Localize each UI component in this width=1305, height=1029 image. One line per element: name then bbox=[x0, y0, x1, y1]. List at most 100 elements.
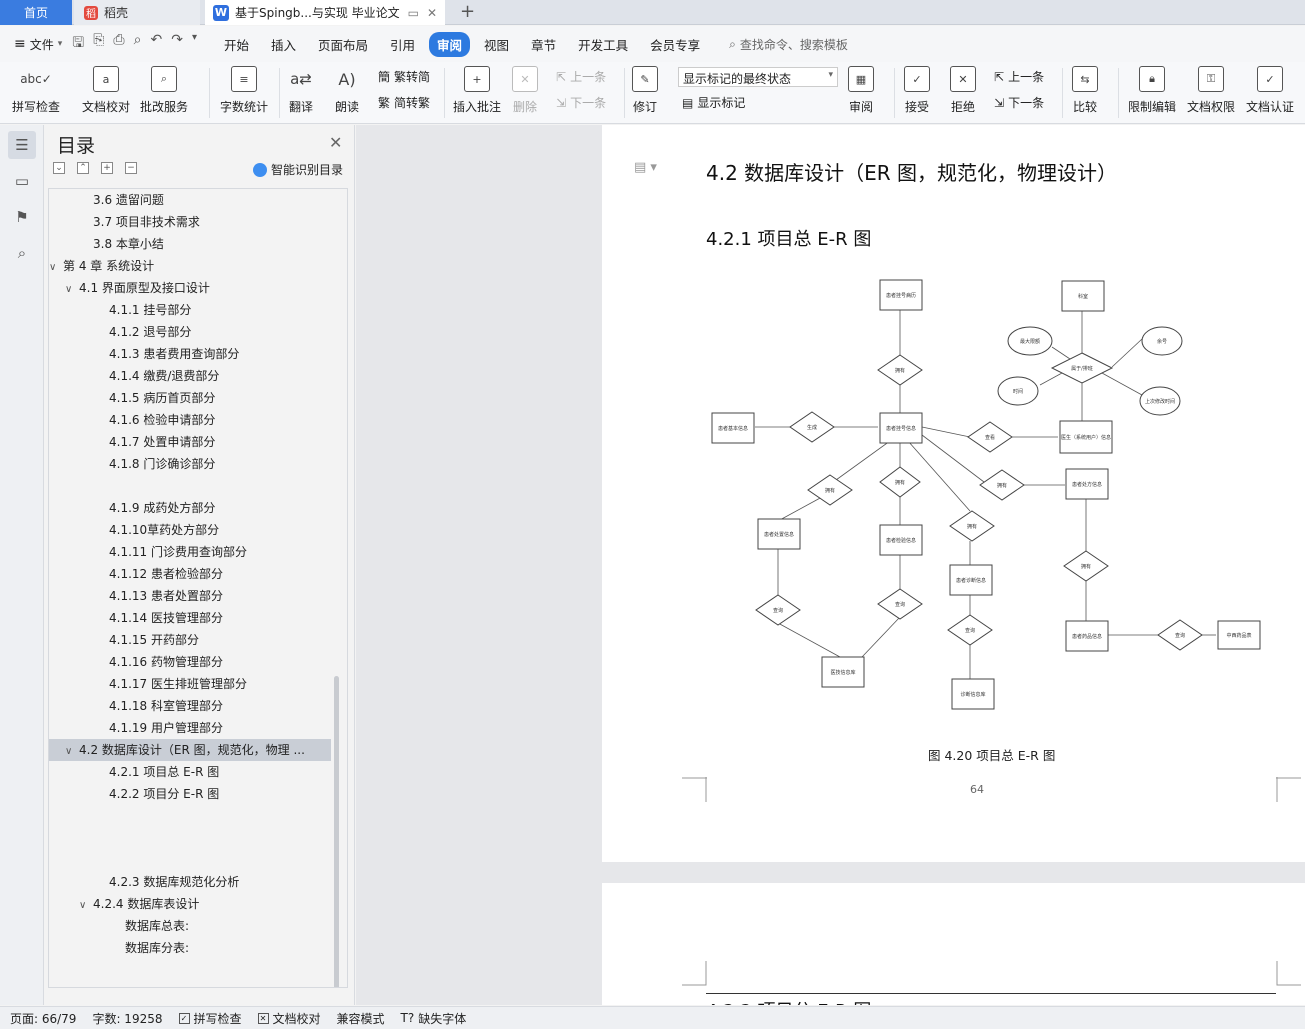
toc-item[interactable]: ∨ 第 4 章 系统设计 bbox=[49, 255, 331, 277]
toc-item[interactable]: 4.1.18 科室管理部分 bbox=[49, 695, 331, 717]
insert-comment-button[interactable]: + 插入批注 bbox=[453, 66, 501, 115]
add-heading-icon[interactable]: + bbox=[101, 162, 113, 174]
toc-item[interactable]: 4.1.19 用户管理部分 bbox=[49, 717, 331, 739]
restrict-edit-button[interactable]: 🔒︎ 限制编辑 bbox=[1128, 66, 1176, 115]
export-icon[interactable]: ⎘ bbox=[93, 32, 104, 56]
toc-item[interactable]: ∨ 4.1 界面原型及接口设计 bbox=[49, 277, 331, 299]
doc-certify-button[interactable]: ✓ 文档认证 bbox=[1246, 66, 1294, 115]
spell-check-button[interactable]: abc✓ 拼写检查 bbox=[12, 66, 60, 115]
toc-item[interactable]: 4.1.10草药处方部分 bbox=[49, 519, 331, 541]
toc-item[interactable]: 4.1.7 处置申请部分 bbox=[49, 431, 331, 453]
toc-item[interactable]: 4.2.3 数据库规范化分析 bbox=[49, 871, 331, 893]
close-icon[interactable]: ✕ bbox=[329, 133, 342, 152]
doc-proof-button[interactable]: a 文档校对 bbox=[82, 66, 130, 115]
toc-item[interactable]: 4.1.8 门诊确诊部分 bbox=[49, 453, 331, 475]
bookmark-icon[interactable]: ⚑ bbox=[8, 203, 36, 231]
menu-page-layout[interactable]: 页面布局 bbox=[310, 32, 376, 57]
toc-item[interactable]: ∨ 4.2.4 数据库表设计 bbox=[49, 893, 331, 915]
toc-item[interactable]: 数据库分表: bbox=[49, 937, 331, 959]
toc-item[interactable] bbox=[49, 827, 331, 849]
batch-service-button[interactable]: ⌕ 批改服务 bbox=[140, 66, 188, 115]
toc-item[interactable]: 4.1.12 患者检验部分 bbox=[49, 563, 331, 585]
toc-item[interactable] bbox=[49, 805, 331, 827]
next-comment-button[interactable]: ⇲ 下一条 bbox=[556, 94, 606, 111]
save-icon[interactable]: 🖫 bbox=[72, 32, 84, 56]
delete-comment-button[interactable]: ✕ 删除 bbox=[512, 66, 538, 115]
toc-item[interactable]: 3.8 本章小结 bbox=[49, 233, 331, 255]
simp-to-trad-button[interactable]: 繁简转繁 bbox=[378, 94, 430, 111]
toc-item[interactable]: 3.7 项目非技术需求 bbox=[49, 211, 331, 233]
reject-button[interactable]: ✕ 拒绝 bbox=[950, 66, 976, 115]
toc-item[interactable]: 4.2.2 项目分 E-R 图 bbox=[49, 783, 331, 805]
status-doc-proof[interactable]: ✕ 文档校对 bbox=[257, 1010, 321, 1027]
toc-item[interactable]: 4.2.1 项目总 E-R 图 bbox=[49, 761, 331, 783]
page-doc-icon[interactable]: ▤ ▾ bbox=[634, 160, 657, 175]
tab-daoke[interactable]: 稻 稻壳 bbox=[74, 0, 200, 25]
status-spell-check[interactable]: ✓ 拼写检查 bbox=[178, 1010, 242, 1027]
menu-reference[interactable]: 引用 bbox=[382, 32, 423, 57]
toc-panel-icon[interactable]: ☰ bbox=[8, 131, 36, 159]
chevron-down-icon[interactable]: ∨ bbox=[49, 257, 63, 277]
toc-item[interactable]: 数据库总表: bbox=[49, 915, 331, 937]
toc-item[interactable] bbox=[49, 849, 331, 871]
compare-button[interactable]: ⇆ 比较 bbox=[1072, 66, 1098, 115]
toc-item[interactable]: 4.1.5 病历首页部分 bbox=[49, 387, 331, 409]
doc-permission-button[interactable]: ⚿ 文档权限 bbox=[1187, 66, 1235, 115]
menu-chapter[interactable]: 章节 bbox=[523, 32, 564, 57]
smart-toc-button[interactable]: 智能识别目录 bbox=[253, 161, 343, 178]
trad-to-simp-button[interactable]: 簡繁转简 bbox=[378, 68, 430, 85]
toc-item[interactable]: 3.6 遗留问题 bbox=[49, 189, 331, 211]
toc-item[interactable]: 4.1.3 患者费用查询部分 bbox=[49, 343, 331, 365]
preview-icon[interactable]: ⌕ bbox=[134, 32, 142, 56]
accept-button[interactable]: ✓ 接受 bbox=[904, 66, 930, 115]
undo-icon[interactable]: ↶ bbox=[150, 32, 162, 56]
close-tab-icon[interactable]: ✕ bbox=[427, 6, 437, 20]
menu-dev-tools[interactable]: 开发工具 bbox=[570, 32, 636, 57]
menu-view[interactable]: 视图 bbox=[476, 32, 517, 57]
word-count-button[interactable]: ≡ 字数统计 bbox=[220, 66, 268, 115]
show-markup-button[interactable]: ▤ 显示标记 bbox=[682, 94, 745, 111]
redo-icon[interactable]: ↷ bbox=[171, 32, 183, 56]
navigation-icon[interactable]: ▭ bbox=[8, 167, 36, 195]
chevron-down-icon[interactable]: ∨ bbox=[65, 279, 79, 299]
collapse-all-icon[interactable]: ⌄ bbox=[53, 162, 65, 174]
menu-review[interactable]: 审阅 bbox=[429, 31, 471, 57]
next-change-button[interactable]: ⇲ 下一条 bbox=[994, 94, 1044, 111]
read-aloud-button[interactable]: A) 朗读 bbox=[334, 66, 360, 115]
menu-insert[interactable]: 插入 bbox=[263, 32, 304, 57]
page-indicator[interactable]: 页面: 66/79 bbox=[10, 1010, 76, 1027]
toc-item[interactable]: 4.1.2 退号部分 bbox=[49, 321, 331, 343]
remove-heading-icon[interactable]: − bbox=[125, 162, 137, 174]
toc-scrollbar[interactable] bbox=[334, 676, 339, 987]
toc-item[interactable]: 4.1.14 医技管理部分 bbox=[49, 607, 331, 629]
menu-start[interactable]: 开始 bbox=[216, 32, 257, 57]
prev-change-button[interactable]: ⇱ 上一条 bbox=[994, 68, 1044, 85]
word-count-indicator[interactable]: 字数: 19258 bbox=[92, 1010, 162, 1027]
toc-item[interactable]: 4.1.15 开药部分 bbox=[49, 629, 331, 651]
screen-icon[interactable]: ▭ bbox=[408, 6, 419, 20]
toc-item[interactable]: 4.1.16 药物管理部分 bbox=[49, 651, 331, 673]
toc-item[interactable]: 4.1.6 检验申请部分 bbox=[49, 409, 331, 431]
chevron-down-icon[interactable]: ∨ bbox=[65, 741, 79, 761]
prev-comment-button[interactable]: ⇱ 上一条 bbox=[556, 68, 606, 85]
tab-home[interactable]: 首页 bbox=[0, 0, 72, 25]
review-pane-button[interactable]: ▦ 审阅 bbox=[848, 66, 874, 115]
markup-state-select[interactable]: 显示标记的最终状态 ▾ bbox=[678, 67, 838, 87]
toc-item[interactable] bbox=[49, 475, 331, 497]
print-icon[interactable]: ⎙ bbox=[113, 32, 124, 56]
tab-document[interactable]: W 基于Spingb...与实现 毕业论文 ▭ ✕ bbox=[205, 0, 445, 25]
search-icon[interactable]: ⌕ bbox=[8, 239, 36, 267]
toc-item[interactable]: ∨ 4.2 数据库设计（ER 图，规范化，物理 ... bbox=[49, 739, 331, 761]
toc-item[interactable]: 4.1.4 缴费/退费部分 bbox=[49, 365, 331, 387]
compat-mode[interactable]: 兼容模式 bbox=[337, 1010, 385, 1027]
toc-item[interactable]: 4.1.11 门诊费用查询部分 bbox=[49, 541, 331, 563]
toc-item[interactable]: 4.1.17 医生排班管理部分 bbox=[49, 673, 331, 695]
toc-item[interactable]: 4.1.9 成药处方部分 bbox=[49, 497, 331, 519]
status-missing-font[interactable]: T? 缺失字体 bbox=[401, 1010, 467, 1027]
expand-up-icon[interactable]: ⌃ bbox=[77, 162, 89, 174]
file-menu[interactable]: ≡ 文件 ▾ bbox=[14, 36, 62, 53]
revise-button[interactable]: ✎ 修订 bbox=[632, 66, 658, 115]
new-tab-icon[interactable]: + bbox=[460, 1, 475, 22]
chevron-down-icon[interactable]: ∨ bbox=[79, 895, 93, 915]
toc-item[interactable]: 4.1.13 患者处置部分 bbox=[49, 585, 331, 607]
